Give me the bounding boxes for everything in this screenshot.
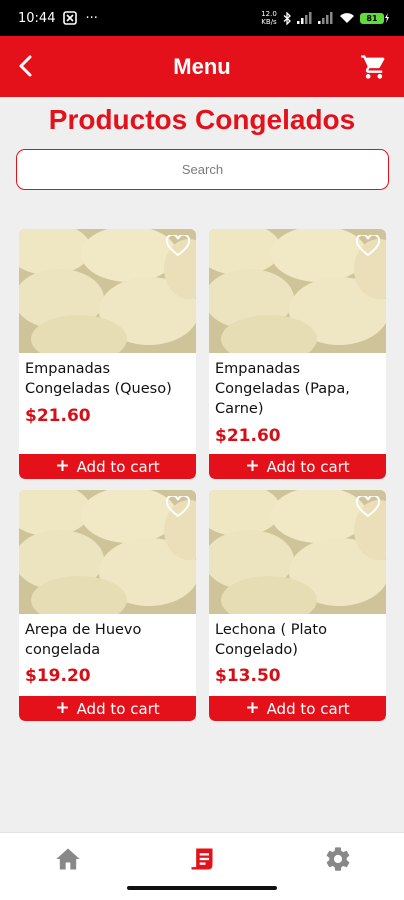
add-to-cart-label: Add to cart	[266, 699, 350, 718]
status-bar: 10:44 ··· 12.0 KB/s 81	[0, 0, 404, 36]
add-to-cart-button[interactable]: + Add to cart	[19, 696, 196, 721]
heart-icon[interactable]	[166, 235, 190, 257]
product-name: Empanadas Congeladas (Queso)	[25, 361, 172, 397]
signal-icon	[297, 12, 312, 24]
add-to-cart-button[interactable]: + Add to cart	[209, 454, 386, 479]
product-image	[209, 490, 386, 614]
header-title: Menu	[173, 53, 231, 79]
add-to-cart-button[interactable]: + Add to cart	[19, 454, 196, 479]
back-arrow-icon[interactable]	[12, 52, 40, 80]
status-time: 10:44	[18, 10, 56, 26]
product-card[interactable]: Lechona ( Plato Congelado) $13.50 + Add …	[209, 490, 386, 721]
product-name: Lechona ( Plato Congelado)	[215, 622, 327, 658]
product-price: $13.50	[215, 666, 281, 686]
heart-icon[interactable]	[356, 235, 380, 257]
notification-icon	[63, 11, 78, 25]
signal-icon-2	[318, 12, 333, 24]
wifi-icon	[340, 13, 354, 23]
heart-icon[interactable]	[166, 496, 190, 518]
gesture-bar	[127, 886, 277, 890]
product-image	[19, 490, 196, 614]
plus-icon: +	[245, 456, 260, 476]
product-card[interactable]: Empanadas Congeladas (Papa, Carne) $21.6…	[209, 229, 386, 479]
product-name: Arepa de Huevo congelada	[25, 622, 142, 658]
add-to-cart-label: Add to cart	[266, 457, 350, 476]
plus-icon: +	[55, 698, 70, 718]
plus-icon: +	[55, 456, 70, 476]
data-speed: 12.0 KB/s	[261, 10, 277, 26]
add-to-cart-button[interactable]: + Add to cart	[209, 696, 386, 721]
product-card[interactable]: Empanadas Congeladas (Queso) $21.60 + Ad…	[19, 229, 196, 479]
product-price: $21.60	[215, 426, 281, 446]
battery-icon: 81	[360, 12, 390, 24]
menu-icon[interactable]	[188, 845, 216, 873]
status-more-dots: ···	[85, 10, 98, 26]
page-title: Productos Congelados	[48, 104, 356, 135]
bluetooth-icon	[283, 11, 291, 25]
add-to-cart-label: Add to cart	[76, 699, 160, 718]
home-icon[interactable]	[54, 845, 82, 873]
product-name: Empanadas Congeladas (Papa, Carne)	[215, 361, 350, 417]
heart-icon[interactable]	[356, 496, 380, 518]
plus-icon: +	[245, 698, 260, 718]
product-price: $21.60	[25, 406, 91, 426]
product-image	[209, 229, 386, 353]
product-card[interactable]: Arepa de Huevo congelada $19.20 + Add to…	[19, 490, 196, 721]
add-to-cart-label: Add to cart	[76, 457, 160, 476]
charging-icon	[385, 13, 389, 23]
product-image	[19, 229, 196, 353]
battery-level: 81	[360, 12, 384, 24]
settings-icon[interactable]	[324, 845, 352, 873]
product-price: $19.20	[25, 666, 91, 686]
app-bar: Menu	[0, 36, 404, 97]
search-input[interactable]	[16, 149, 389, 190]
shopping-cart-icon[interactable]	[360, 53, 388, 81]
